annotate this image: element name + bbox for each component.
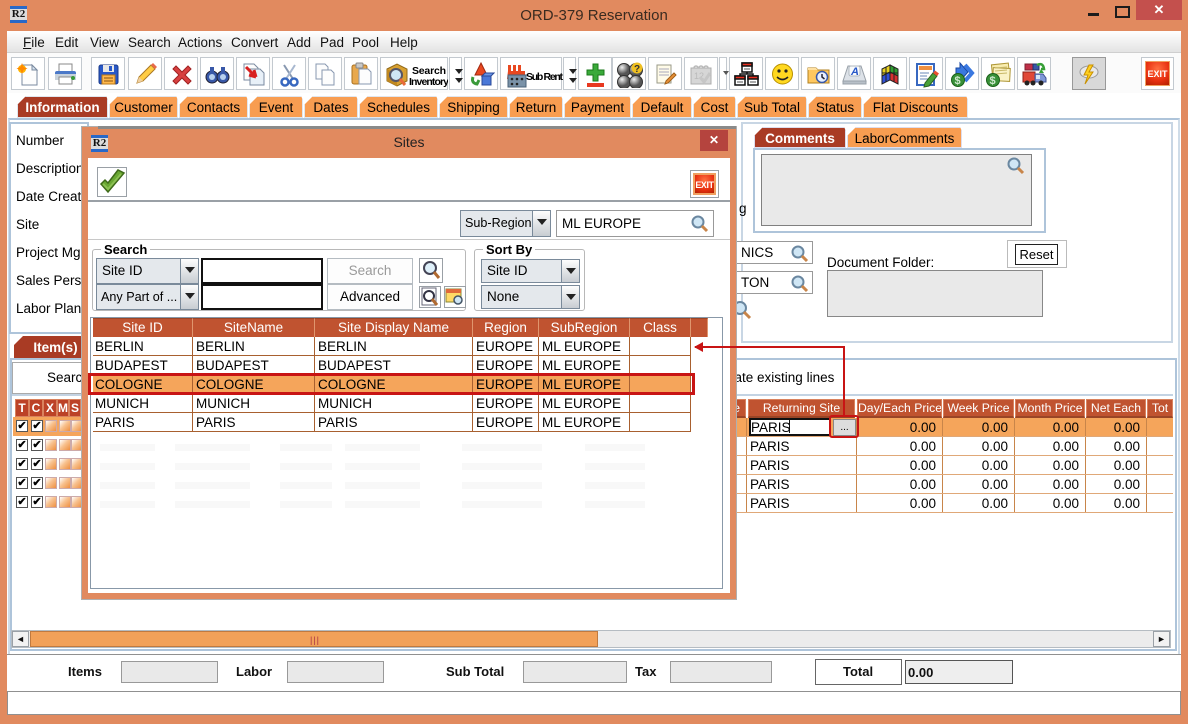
svg-text:$: $ (955, 75, 961, 87)
svg-text:Inventory: Inventory (409, 76, 448, 88)
svg-text:A: A (850, 66, 859, 78)
svg-text:?: ? (634, 64, 640, 75)
svg-text:$: $ (990, 75, 996, 87)
svg-text:Sub Rent: Sub Rent (526, 71, 564, 83)
